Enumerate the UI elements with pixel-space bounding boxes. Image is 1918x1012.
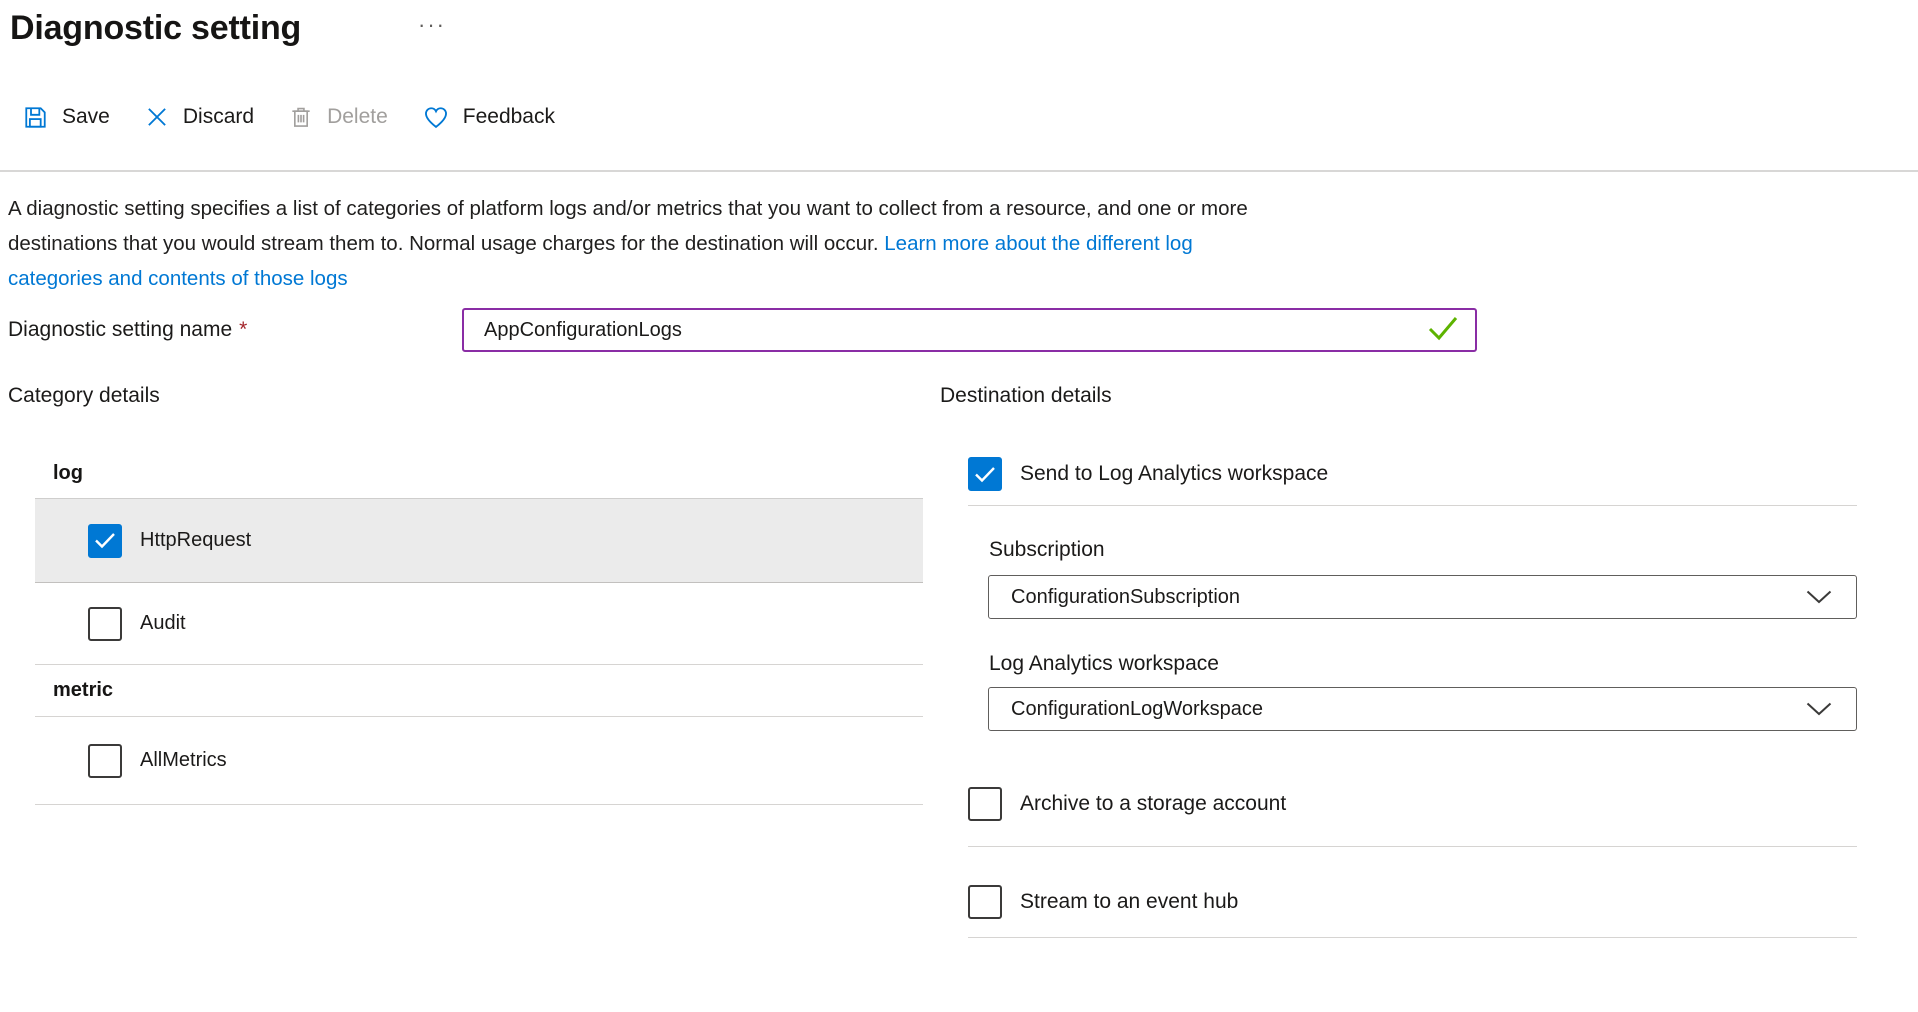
divider — [968, 846, 1857, 847]
learn-more-link[interactable]: Learn more about the different log — [884, 232, 1192, 255]
save-icon — [22, 104, 49, 131]
subscription-value: ConfigurationSubscription — [1011, 586, 1806, 609]
name-label-text: Diagnostic setting name — [8, 318, 232, 342]
trash-can-icon — [288, 104, 314, 130]
stream-event-hub-row: Stream to an event hub — [968, 884, 1238, 920]
subscription-dropdown[interactable]: ConfigurationSubscription — [988, 575, 1857, 619]
subscription-label: Subscription — [989, 538, 1105, 562]
x-mark-icon — [144, 104, 170, 130]
description-text: destinations that you would stream them … — [8, 232, 884, 255]
heart-icon — [422, 104, 450, 130]
log-analytics-workspace-label: Log Analytics workspace — [989, 652, 1219, 676]
chevron-down-icon — [1806, 590, 1832, 604]
more-options-button[interactable]: ··· — [418, 10, 446, 40]
audit-checkbox[interactable] — [88, 607, 122, 641]
feedback-label: Feedback — [463, 105, 555, 129]
send-to-log-analytics-checkbox[interactable] — [968, 457, 1002, 491]
learn-more-link-continued[interactable]: categories and contents of those logs — [8, 267, 348, 290]
toolbar-divider — [0, 170, 1918, 172]
audit-label: Audit — [140, 612, 186, 635]
feedback-button[interactable]: Feedback — [418, 104, 559, 130]
category-row-audit: Audit — [35, 583, 923, 665]
discard-label: Discard — [183, 105, 254, 129]
category-row-httprequest: HttpRequest — [35, 498, 923, 583]
diagnostic-setting-name-input[interactable] — [484, 319, 1415, 342]
save-button[interactable]: Save — [18, 104, 114, 131]
send-to-log-analytics-row: Send to Log Analytics workspace — [968, 456, 1328, 492]
save-label: Save — [62, 105, 110, 129]
archive-storage-label: Archive to a storage account — [1020, 792, 1286, 816]
divider — [968, 505, 1857, 506]
httprequest-checkbox[interactable] — [88, 524, 122, 558]
destination-details-title: Destination details — [940, 384, 1112, 408]
required-asterisk: * — [239, 318, 247, 342]
delete-button[interactable]: Delete — [284, 104, 392, 130]
allmetrics-checkbox[interactable] — [88, 744, 122, 778]
page-title: Diagnostic setting — [10, 6, 301, 50]
log-analytics-workspace-dropdown[interactable]: ConfigurationLogWorkspace — [988, 687, 1857, 731]
category-details-panel: log HttpRequest Audit metric AllMetrics — [35, 448, 923, 805]
chevron-down-icon — [1806, 702, 1832, 716]
log-analytics-workspace-value: ConfigurationLogWorkspace — [1011, 698, 1806, 721]
archive-storage-checkbox[interactable] — [968, 787, 1002, 821]
discard-button[interactable]: Discard — [140, 104, 258, 130]
category-row-allmetrics: AllMetrics — [35, 717, 923, 805]
diagnostic-setting-name-field — [462, 308, 1477, 352]
description-text: A diagnostic setting specifies a list of… — [8, 197, 1248, 220]
stream-event-hub-label: Stream to an event hub — [1020, 890, 1238, 914]
delete-label: Delete — [327, 105, 388, 129]
divider — [968, 937, 1857, 938]
archive-storage-row: Archive to a storage account — [968, 786, 1286, 822]
destination-details-panel: Send to Log Analytics workspace Subscrip… — [968, 448, 1857, 948]
diagnostic-setting-name-label: Diagnostic setting name * — [8, 308, 247, 352]
category-group-log: log — [35, 448, 923, 498]
httprequest-label: HttpRequest — [140, 529, 251, 552]
description: A diagnostic setting specifies a list of… — [8, 191, 1508, 296]
description-line: destinations that you would stream them … — [8, 226, 1508, 261]
command-bar: Save Discard Delete Feedback — [18, 95, 559, 139]
category-group-metric: metric — [35, 665, 923, 717]
ellipsis-icon: ··· — [418, 12, 446, 37]
valid-check-icon — [1427, 315, 1459, 346]
send-to-log-analytics-label: Send to Log Analytics workspace — [1020, 462, 1328, 486]
stream-event-hub-checkbox[interactable] — [968, 885, 1002, 919]
allmetrics-label: AllMetrics — [140, 749, 227, 772]
description-line: categories and contents of those logs — [8, 261, 1508, 296]
category-details-title: Category details — [8, 384, 160, 408]
description-line: A diagnostic setting specifies a list of… — [8, 191, 1508, 226]
